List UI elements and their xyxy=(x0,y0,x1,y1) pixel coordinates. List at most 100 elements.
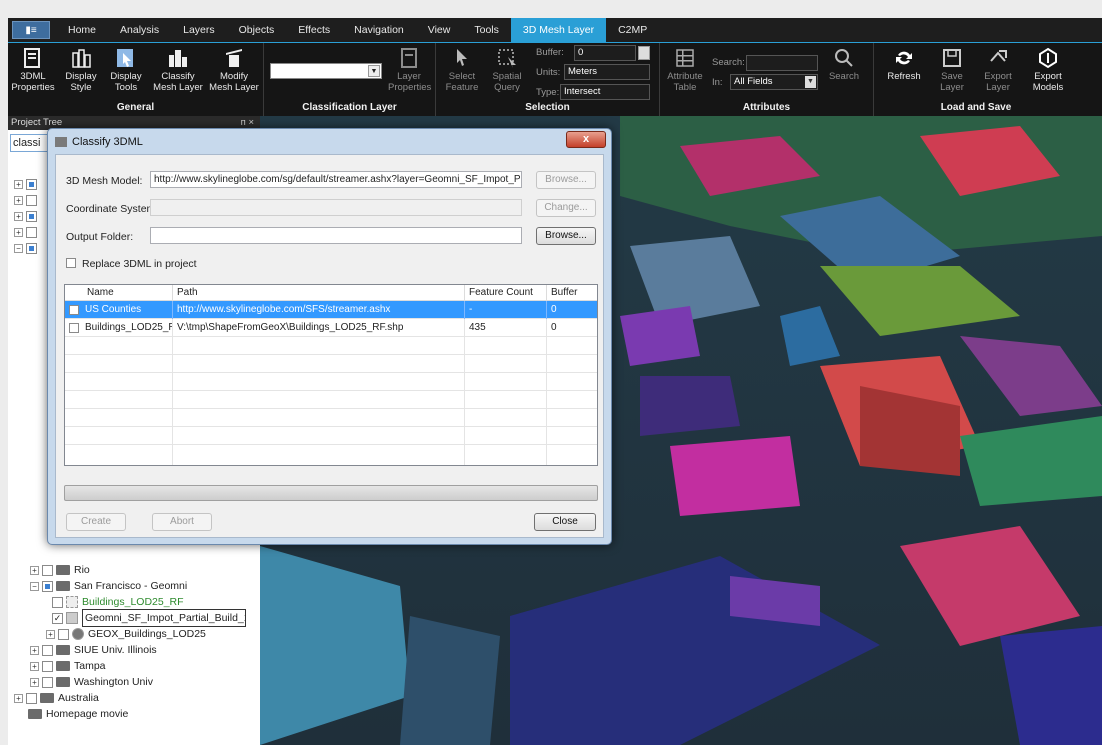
export-models-button[interactable]: Export Models xyxy=(1024,47,1072,93)
tree-checkbox[interactable] xyxy=(42,644,53,656)
tree-item-washington[interactable]: + Washington Univ xyxy=(30,674,153,690)
tree-item-homepage-movie[interactable]: Homepage movie xyxy=(28,706,128,722)
tree-item-siue[interactable]: + SIUE Univ. Illinois xyxy=(30,642,157,658)
collapse-icon[interactable]: − xyxy=(30,581,39,591)
tab-c2mp[interactable]: C2MP xyxy=(606,18,659,42)
collapse-icon[interactable]: − xyxy=(14,243,23,253)
column-header-buffer[interactable]: Buffer xyxy=(547,285,597,301)
application-menu-button[interactable]: ▮≡ xyxy=(12,21,50,39)
expand-icon[interactable]: + xyxy=(14,227,23,237)
replace-3dml-checkbox[interactable] xyxy=(66,258,76,268)
attribute-search-input[interactable] xyxy=(746,55,818,71)
tab-effects[interactable]: Effects xyxy=(286,18,342,42)
column-header-feature-count[interactable]: Feature Count xyxy=(465,285,547,301)
expand-icon[interactable]: + xyxy=(46,629,55,639)
tree-item-australia[interactable]: + Australia xyxy=(14,690,99,706)
chevron-down-icon: ▼ xyxy=(368,65,380,77)
expand-icon[interactable]: + xyxy=(14,179,23,189)
tab-home[interactable]: Home xyxy=(56,18,108,42)
tab-view[interactable]: View xyxy=(416,18,463,42)
refresh-button[interactable]: Refresh xyxy=(882,47,926,82)
tab-analysis[interactable]: Analysis xyxy=(108,18,171,42)
browse-mesh-button[interactable]: Browse... xyxy=(536,171,596,189)
tree-checkbox-checked[interactable]: ✓ xyxy=(52,612,63,624)
tree-row[interactable]: + xyxy=(14,208,40,224)
ribbon-group-attributes: Attribute Table Search: In: All Fields ▼… xyxy=(660,43,874,116)
tree-checkbox[interactable] xyxy=(26,210,37,222)
create-button[interactable]: Create xyxy=(66,513,126,531)
tree-row[interactable]: + xyxy=(14,176,40,192)
attribute-table-button[interactable]: Attribute Table xyxy=(664,47,706,93)
export-layer-button[interactable]: Export Layer xyxy=(976,47,1020,93)
tree-item-rio[interactable]: + Rio xyxy=(30,562,90,578)
tree-checkbox[interactable] xyxy=(26,242,37,254)
buffer-spin-icon[interactable] xyxy=(638,46,650,60)
search-button-label: Search xyxy=(828,71,860,82)
search-button[interactable]: Search xyxy=(824,47,864,82)
tree-search-input[interactable]: classi xyxy=(10,134,50,152)
table-row[interactable]: US Counties http://www.skylineglobe.com/… xyxy=(65,301,597,319)
tab-navigation[interactable]: Navigation xyxy=(342,18,416,42)
change-coordinate-button[interactable]: Change... xyxy=(536,199,596,217)
classification-layer-dropdown[interactable]: ▼ xyxy=(270,63,382,79)
row-checkbox[interactable] xyxy=(69,323,79,333)
tree-item-geox-buildings[interactable]: + GEOX_Buildings_LOD25 xyxy=(46,626,206,642)
table-row[interactable]: Buildings_LOD25_RF V:\tmp\ShapeFromGeoX\… xyxy=(65,319,597,337)
tree-item-geomni-mesh[interactable]: ✓ Geomni_SF_Impot_Partial_Build_11_ne xyxy=(52,609,246,627)
spatial-query-icon xyxy=(498,49,516,68)
expand-icon[interactable]: + xyxy=(30,677,39,687)
column-header-name[interactable]: Name xyxy=(65,285,173,301)
row-buffer[interactable]: 0 xyxy=(547,319,597,337)
expand-icon[interactable]: + xyxy=(30,565,39,575)
display-style-button[interactable]: Display Style xyxy=(60,47,102,93)
output-folder-field[interactable] xyxy=(150,227,522,244)
expand-icon[interactable]: + xyxy=(14,693,23,703)
expand-icon[interactable]: + xyxy=(14,195,23,205)
save-layer-button[interactable]: Save Layer xyxy=(932,47,972,93)
3dml-properties-button[interactable]: 3DML Properties xyxy=(10,47,56,93)
search-field-dropdown[interactable]: All Fields ▼ xyxy=(730,74,818,90)
tree-checkbox[interactable] xyxy=(58,628,69,640)
tree-row[interactable]: − xyxy=(14,240,40,256)
tree-checkbox[interactable] xyxy=(26,194,37,206)
row-checkbox[interactable] xyxy=(69,305,79,315)
tree-checkbox[interactable] xyxy=(42,580,53,592)
tree-row[interactable]: + xyxy=(14,192,40,208)
tab-tools[interactable]: Tools xyxy=(462,18,511,42)
abort-button[interactable]: Abort xyxy=(152,513,212,531)
tree-checkbox[interactable] xyxy=(42,564,53,576)
browse-output-button[interactable]: Browse... xyxy=(536,227,596,245)
tree-item-tampa[interactable]: + Tampa xyxy=(30,658,106,674)
tree-item-san-francisco[interactable]: − San Francisco - Geomni xyxy=(30,578,187,594)
tree-checkbox[interactable] xyxy=(26,692,37,704)
expand-icon[interactable]: + xyxy=(14,211,23,221)
modify-mesh-layer-button[interactable]: Modify Mesh Layer xyxy=(208,47,260,93)
tab-layers[interactable]: Layers xyxy=(171,18,227,42)
column-header-path[interactable]: Path xyxy=(173,285,465,301)
tree-checkbox[interactable] xyxy=(42,676,53,688)
coordinate-system-field[interactable] xyxy=(150,199,522,216)
tree-checkbox[interactable] xyxy=(26,226,37,238)
tab-3d-mesh-layer[interactable]: 3D Mesh Layer xyxy=(510,18,607,42)
close-icon[interactable]: x xyxy=(566,131,606,148)
tab-objects[interactable]: Objects xyxy=(227,18,287,42)
tree-checkbox[interactable] xyxy=(42,660,53,672)
type-dropdown[interactable]: Intersect xyxy=(560,84,650,100)
folder-icon xyxy=(40,693,54,703)
tree-checkbox[interactable] xyxy=(52,596,63,608)
layer-properties-button[interactable]: Layer Properties xyxy=(388,47,431,93)
spatial-query-button[interactable]: Spatial Query xyxy=(486,47,528,93)
close-button[interactable]: Close xyxy=(534,513,596,531)
display-tools-button[interactable]: Display Tools xyxy=(106,47,146,93)
expand-icon[interactable]: + xyxy=(30,645,39,655)
select-feature-button[interactable]: Select Feature xyxy=(442,47,482,93)
tree-item-buildings-lod25-rf[interactable]: Buildings_LOD25_RF xyxy=(52,594,184,610)
expand-icon[interactable]: + xyxy=(30,661,39,671)
classify-mesh-layer-button[interactable]: Classify Mesh Layer xyxy=(152,47,204,93)
row-buffer[interactable]: 0 xyxy=(547,301,597,319)
units-dropdown[interactable]: Meters xyxy=(564,64,650,80)
tree-checkbox[interactable] xyxy=(26,178,37,190)
buffer-input[interactable]: 0 xyxy=(574,45,636,61)
mesh-model-field[interactable]: http://www.skylineglobe.com/sg/default/s… xyxy=(150,171,522,188)
tree-row[interactable]: + xyxy=(14,224,40,240)
